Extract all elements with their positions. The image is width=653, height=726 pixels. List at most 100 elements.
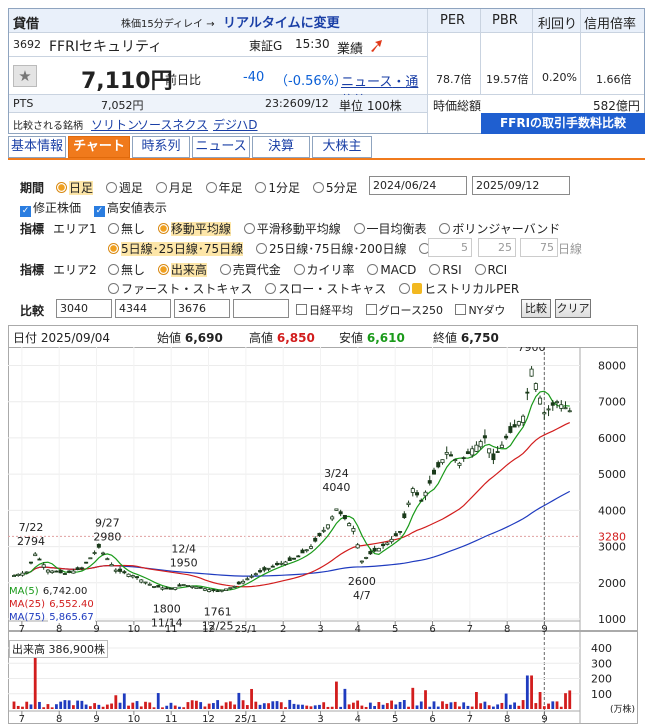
candle <box>474 444 479 452</box>
low-value: 安値 6,610 <box>339 331 405 345</box>
area2-rci[interactable]: RCI <box>474 263 507 277</box>
compare-stock-1[interactable]: ソリトン <box>91 116 139 133</box>
candle <box>118 568 123 572</box>
area2-slow-stoch[interactable]: スロー・ストキャス <box>265 282 386 296</box>
compare-code-4[interactable] <box>233 299 289 318</box>
compare-code-2[interactable]: 4344 <box>115 299 171 318</box>
volume-bar <box>118 702 122 709</box>
volume-bar <box>139 706 143 709</box>
area1-label: エリア1 <box>53 222 97 236</box>
ma-custom-2[interactable]: 25 <box>478 238 516 257</box>
volume-bar <box>178 706 181 709</box>
area2-fast-stoch[interactable]: ファースト・ストキャス <box>108 282 252 296</box>
compare-button[interactable]: 比較 <box>521 299 551 318</box>
candle <box>287 557 292 562</box>
area1-none[interactable]: 無し <box>108 222 145 236</box>
period-weekly[interactable]: 週足 <box>105 181 143 195</box>
area1-bollinger[interactable]: ボリンジャーバンド <box>439 222 560 236</box>
area1-ichimoku[interactable]: 一目均衡表 <box>353 222 427 236</box>
vol-tick-label: 200 <box>591 673 612 686</box>
high-low-check[interactable]: ✓ 高安値表示 <box>93 201 167 217</box>
volume-bar <box>110 703 113 709</box>
volume-bar <box>326 706 330 709</box>
compare-code-3[interactable]: 3676 <box>174 299 230 318</box>
x-tick-label: 7 <box>19 624 25 635</box>
area2-volume[interactable]: 出来高 <box>157 263 207 277</box>
area2-none[interactable]: 無し <box>108 263 145 277</box>
area2-hist-per[interactable]: ヒストリカルPER <box>399 282 519 296</box>
period-5min[interactable]: 5分足 <box>312 181 357 195</box>
compare-stock-3[interactable]: デジハD <box>213 116 258 133</box>
ma-5-25-75[interactable]: 5日線･25日線･75日線 <box>108 242 244 256</box>
period-1min[interactable]: 1分足 <box>255 181 300 195</box>
area2-turnover[interactable]: 売買代金 <box>219 263 281 277</box>
period-yearly[interactable]: 年足 <box>205 181 243 195</box>
candle <box>381 543 386 547</box>
vol-tick-label: 300 <box>591 657 612 670</box>
realtime-link[interactable]: リアルタイムに変更 <box>223 12 340 31</box>
price-chart[interactable]: 1000200030004000500060007000800032807788… <box>8 347 638 726</box>
per-value: 78.7倍 <box>436 73 472 86</box>
volume-bar <box>559 706 563 709</box>
volume-bar <box>547 703 550 709</box>
area2-rsi[interactable]: RSI <box>429 263 462 277</box>
tab-chart[interactable]: チャート <box>68 136 130 158</box>
candle <box>41 564 46 568</box>
candle <box>198 586 203 589</box>
annotation-label: 7900 <box>518 347 546 354</box>
period-label: 期間 <box>20 181 45 195</box>
nikkei-check[interactable]: 日経平均 <box>296 304 353 317</box>
date-to-input[interactable]: 2025/09/12 <box>472 176 570 195</box>
favorite-star-icon[interactable]: ★ <box>13 65 37 87</box>
vol-x-tick-label: 4 <box>355 714 361 725</box>
vol-tick-label: 400 <box>591 642 612 655</box>
tab-news[interactable]: ニュース <box>192 136 250 158</box>
vol-x-tick-label: 25/1 <box>235 714 257 725</box>
compare-stock-2[interactable]: ソースネクス <box>137 116 208 133</box>
volume-bar <box>262 703 266 709</box>
name-row: 3692 FFRIセキュリティ 東証G 15:30 業績 <box>9 33 427 57</box>
candle <box>291 557 296 560</box>
area2-deviation[interactable]: カイリ率 <box>293 263 355 277</box>
ma-25-75-200[interactable]: 25日線･75日線･200日線 <box>256 242 406 256</box>
volume-bar <box>470 706 474 709</box>
volume-bar <box>80 700 84 709</box>
volume-bar <box>169 702 173 709</box>
area2-macd[interactable]: MACD <box>367 263 416 277</box>
date-from-input[interactable]: 2024/06/24 <box>369 176 467 195</box>
vol-x-tick-label: 12 <box>202 714 215 725</box>
volume-bar <box>220 705 224 709</box>
volume-bar <box>258 704 262 709</box>
period-monthly[interactable]: 月足 <box>155 181 193 195</box>
tab-timeseries[interactable]: 時系列 <box>132 136 190 158</box>
candle <box>181 584 186 586</box>
ma-custom-1[interactable]: 5 <box>428 238 472 257</box>
nydow-check[interactable]: NYダウ <box>455 304 505 317</box>
candle <box>317 532 322 537</box>
unit: 単位 100株 <box>339 99 402 113</box>
date-label: 日付 2025/09/04 <box>13 331 111 345</box>
candle <box>533 383 538 390</box>
volume-bar <box>76 700 80 709</box>
compare-code-1[interactable]: 3040 <box>56 299 112 318</box>
tab-basic-info[interactable]: 基本情報 <box>8 136 66 158</box>
tab-major-holders[interactable]: 大株主 <box>312 136 372 158</box>
ma-custom-3[interactable]: 75 <box>520 238 558 257</box>
volume-bar <box>301 704 304 709</box>
volume-bar <box>525 675 529 709</box>
growth250-check[interactable]: グロース250 <box>365 304 443 317</box>
clear-button[interactable]: クリア <box>555 299 591 318</box>
area1-smooth-ma[interactable]: 平滑移動平均線 <box>243 222 341 236</box>
period-daily[interactable]: 日足 <box>56 181 94 195</box>
volume-bar <box>101 706 105 709</box>
adjusted-price-check[interactable]: ✓ 修正株価 <box>20 201 81 217</box>
volume-bar <box>38 701 41 709</box>
fee-compare-banner[interactable]: FFRIの取引手数料比較 <box>481 113 645 134</box>
candle <box>296 555 301 558</box>
area1-ma[interactable]: 移動平均線 <box>157 222 231 236</box>
candle <box>406 502 411 506</box>
tab-earnings[interactable]: 決算 <box>252 136 310 158</box>
volume-bar <box>508 704 512 709</box>
annotation-label: 2794 <box>17 535 45 548</box>
volume-bar <box>538 692 542 709</box>
